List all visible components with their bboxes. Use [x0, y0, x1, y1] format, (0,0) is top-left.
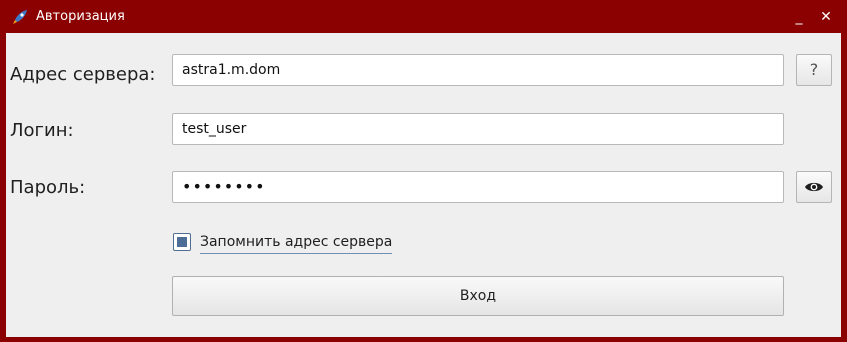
- window-title: Авторизация: [36, 9, 125, 24]
- server-address-input[interactable]: astra1.m.dom: [172, 54, 784, 86]
- minimize-button[interactable]: _: [788, 6, 810, 28]
- server-address-label: Адрес сервера:: [10, 64, 156, 85]
- password-input[interactable]: ••••••••: [172, 171, 784, 203]
- login-button[interactable]: Вход: [172, 276, 784, 316]
- show-password-button[interactable]: [796, 171, 832, 203]
- eye-icon: [805, 182, 823, 192]
- login-input[interactable]: test_user: [172, 113, 784, 145]
- remember-server-label[interactable]: Запомнить адрес сервера: [200, 232, 393, 254]
- help-button[interactable]: ?: [796, 54, 832, 86]
- checkbox-checked-mark: [177, 237, 187, 247]
- remember-server-checkbox[interactable]: [173, 233, 191, 251]
- auth-window: Авторизация _ ✕ Адрес сервера: astra1.m.…: [0, 0, 847, 342]
- password-label: Пароль:: [10, 177, 86, 198]
- title-bar[interactable]: Авторизация _ ✕: [0, 0, 847, 33]
- login-label: Логин:: [10, 120, 74, 141]
- login-form: Адрес сервера: astra1.m.dom ? Логин: tes…: [6, 33, 841, 337]
- close-button[interactable]: ✕: [815, 6, 837, 28]
- rocket-icon: [11, 8, 29, 26]
